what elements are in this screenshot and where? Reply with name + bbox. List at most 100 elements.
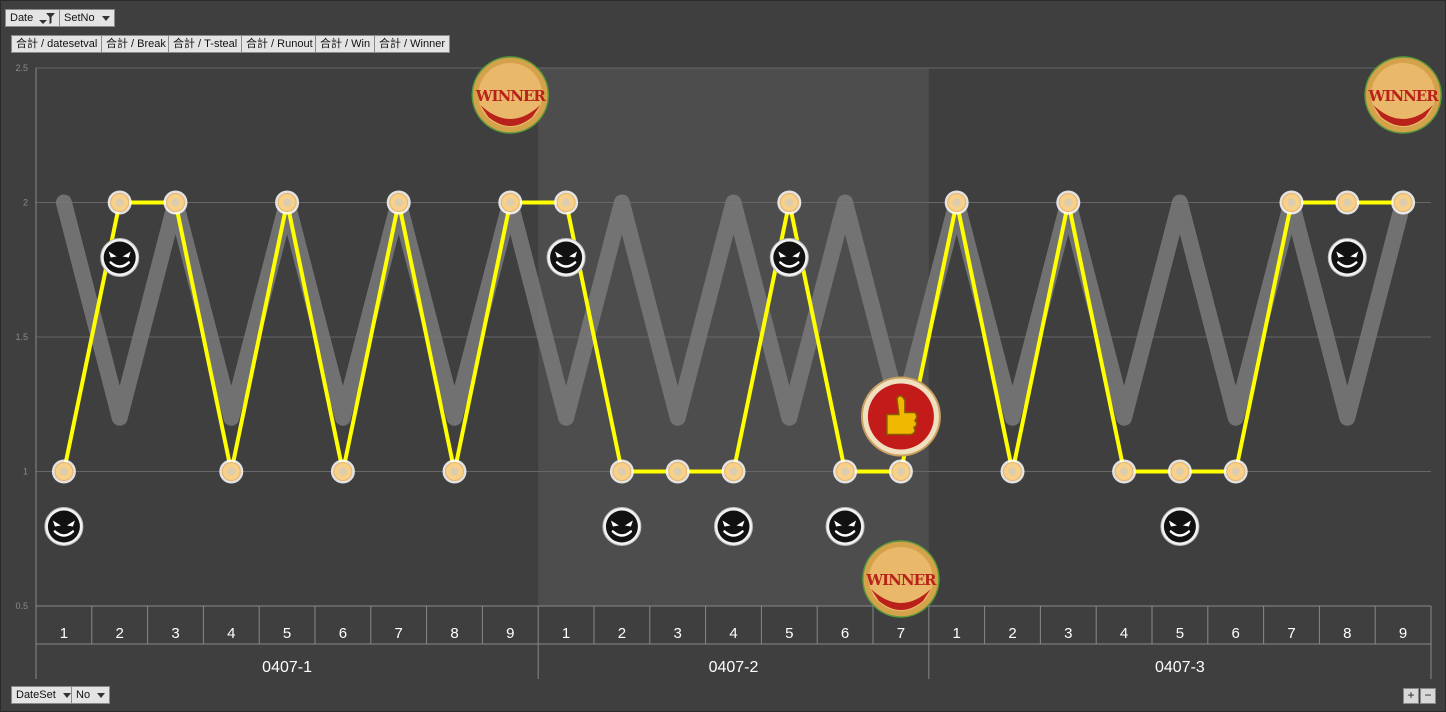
angry-face-icon [769,238,809,277]
data-point-center [952,198,961,207]
x-tick-label: 8 [1343,625,1351,642]
data-point [442,459,467,484]
angry-face-icon [1327,238,1367,277]
data-point [1223,459,1248,484]
angry-face-icon [714,507,753,546]
x-tick-label: 1 [562,625,570,642]
data-point-center [896,467,905,476]
angry-face-icon [546,238,586,277]
dateset-row-field-button[interactable]: DateSet [11,686,76,704]
winner-medal-icon: WINNER [1364,56,1442,134]
data-point [1112,459,1137,484]
zoom-out-button[interactable]: − [1420,688,1436,704]
data-point [1391,190,1416,215]
group-label: 0407-1 [262,659,312,676]
data-point-center [171,198,180,207]
x-tick-label: 5 [1176,625,1184,642]
data-point-center [841,467,850,476]
angry-face-head [1331,241,1364,274]
data-point [330,459,355,484]
x-tick-label: 4 [1120,625,1128,642]
angry-face-head [47,510,80,543]
data-point [833,459,858,484]
angry-face-icon [1160,507,1200,546]
angry-face-head [605,510,638,543]
data-point-center [1343,198,1352,207]
data-point-center [115,198,124,207]
angry-face-head [103,241,136,274]
data-point [386,190,411,215]
data-point-center [1064,198,1073,207]
x-tick-label: 3 [171,625,179,642]
x-tick-label: 6 [1232,625,1240,642]
thumbs-up-icon [860,376,941,457]
data-point-center [1287,198,1296,207]
x-tick-label: 9 [506,625,514,642]
data-point-center [562,198,571,207]
data-point-center [1120,467,1129,476]
data-point [163,190,188,215]
winner-medal-icon: WINNER [862,540,940,618]
x-tick-label: 7 [395,625,403,642]
angry-face-head [550,241,583,274]
angry-face-head [717,510,750,543]
y-tick-label: 1 [23,467,28,477]
y-tick-label: 2.5 [15,63,28,73]
data-point-center [450,467,459,476]
data-point [498,190,523,215]
x-tick-label: 8 [450,625,458,642]
x-tick-label: 3 [674,625,682,642]
winner-medal-text: WINNER [475,87,547,105]
data-point-center [59,467,68,476]
angry-face-head [1163,510,1196,543]
no-row-field-button[interactable]: No [71,686,111,704]
x-tick-label: 3 [1064,625,1072,642]
angry-face-icon [100,238,140,277]
x-tick-label: 5 [283,625,291,642]
zoom-in-button[interactable]: + [1403,688,1419,704]
data-point [554,190,579,215]
data-point [219,459,244,484]
data-point [944,190,969,215]
data-point-center [673,467,682,476]
x-tick-label: 7 [897,625,905,642]
data-point [888,459,913,484]
data-point-center [394,198,403,207]
group-label: 0407-2 [709,659,759,676]
data-point-center [785,198,794,207]
chevron-down-icon [62,692,71,698]
y-tick-label: 2 [23,198,28,208]
dateset-row-field-label: DateSet [16,689,56,701]
data-point [1056,190,1081,215]
data-point-center [729,467,738,476]
group-label: 0407-3 [1155,659,1205,676]
angry-face-head [773,241,806,274]
angry-face-icon [602,507,642,546]
data-point [777,190,802,215]
y-tick-label: 1.5 [15,332,28,342]
x-tick-label: 1 [60,625,68,642]
data-point-center [338,467,347,476]
x-tick-label: 5 [785,625,793,642]
data-point-center [1231,467,1240,476]
data-point-center [617,467,626,476]
data-point-center [1175,467,1184,476]
x-tick-label: 1 [953,625,961,642]
x-tick-label: 6 [841,625,849,642]
data-point [275,190,300,215]
x-tick-label: 9 [1399,625,1407,642]
data-point [1279,190,1304,215]
data-point-center [227,467,236,476]
winner-medal-text: WINNER [1368,87,1440,105]
x-tick-label: 4 [729,625,737,642]
angry-face-icon [825,507,865,546]
data-point [721,459,746,484]
x-tick-label: 2 [116,625,124,642]
x-tick-label: 4 [227,625,235,642]
winner-medal-text: WINNER [865,571,937,589]
x-tick-label: 2 [618,625,626,642]
x-axis: 1 2 3 4 5 6 7 8 9 0407-1 1 2 3 4 5 6 7 0407-2 1 2 3 4 5 6 7 8 9 040… [35,605,1432,679]
chevron-down-icon [97,692,106,698]
data-point [1167,459,1192,484]
angry-face-icon [44,507,84,546]
